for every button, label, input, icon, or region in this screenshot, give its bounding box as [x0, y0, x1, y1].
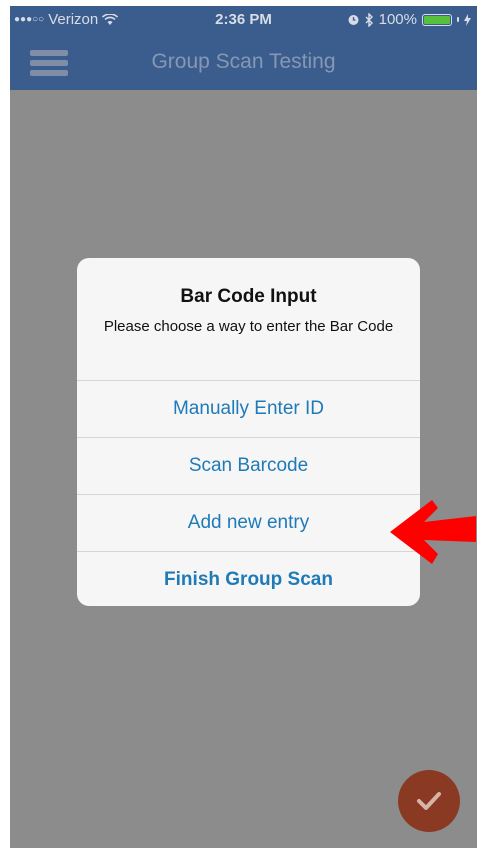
bar-code-dialog: Bar Code Input Please choose a way to en…	[77, 258, 420, 606]
finish-group-scan-button[interactable]: Finish Group Scan	[77, 551, 420, 606]
dialog-title: Bar Code Input	[180, 286, 317, 307]
alarm-icon	[348, 15, 359, 25]
battery-tip	[457, 17, 459, 22]
battery-percent: 100%	[378, 11, 417, 28]
navbar: Group Scan Testing	[10, 34, 477, 90]
red-arrow-icon	[390, 500, 476, 564]
dialog-message: Please choose a way to enter the Bar Cod…	[103, 318, 394, 335]
charging-bolt-icon	[464, 13, 471, 26]
scan-barcode-button[interactable]: Scan Barcode	[77, 437, 420, 494]
status-bar: ●●●○○ Verizon 2:36 PM 100%	[10, 6, 477, 32]
add-new-entry-button[interactable]: Add new entry	[77, 494, 420, 551]
bluetooth-icon	[365, 12, 373, 27]
app-screen: ●●●○○ Verizon 2:36 PM 100% Group Scan Te…	[10, 6, 477, 848]
nav-title: Group Scan Testing	[151, 50, 336, 73]
confirm-fab-button[interactable]	[398, 770, 460, 832]
dialog-header: Bar Code Input Please choose a way to en…	[77, 258, 420, 380]
status-right: 100%	[347, 11, 471, 28]
checkmark-icon	[417, 792, 441, 810]
battery-fill	[424, 15, 450, 24]
top-bar: ●●●○○ Verizon 2:36 PM 100% Group Scan Te…	[10, 6, 477, 90]
manually-enter-id-button[interactable]: Manually Enter ID	[77, 380, 420, 437]
battery-icon	[422, 13, 452, 26]
